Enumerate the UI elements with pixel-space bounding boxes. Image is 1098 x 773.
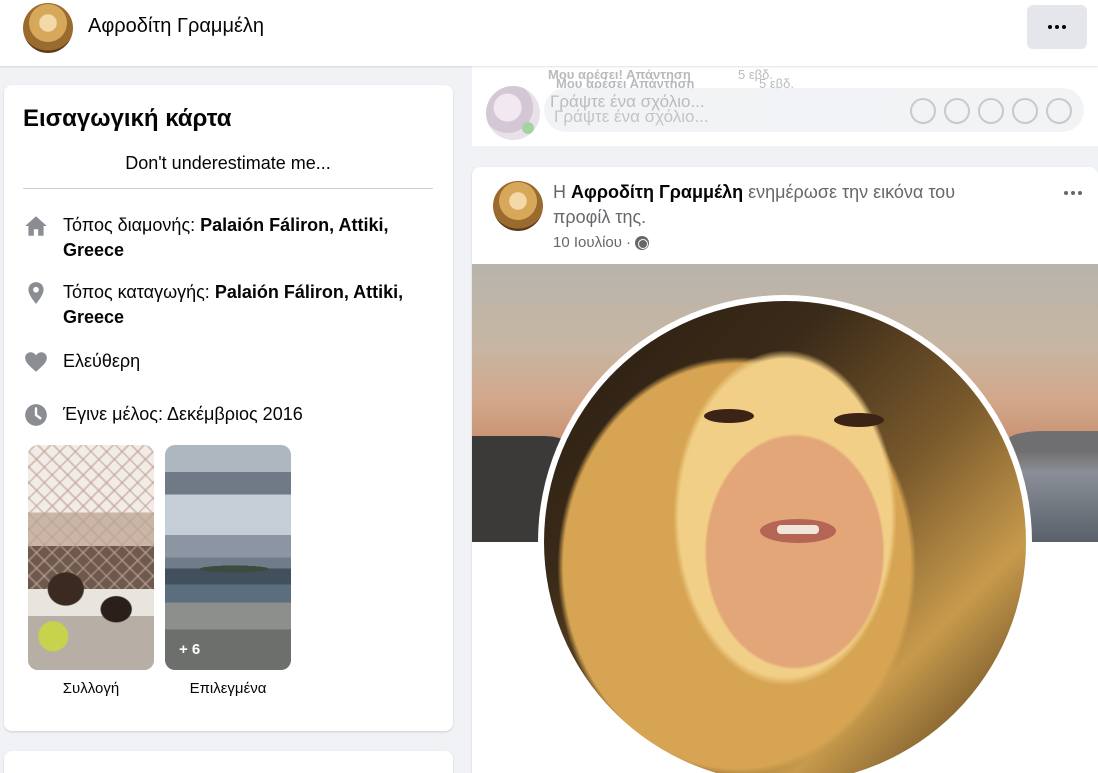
- globe-icon[interactable]: [634, 235, 649, 250]
- post-author-avatar[interactable]: [493, 181, 543, 231]
- more-dots-icon: [1064, 191, 1082, 195]
- profile-name[interactable]: Αφροδίτη Γραμμέλη: [88, 15, 264, 38]
- comment-tools: [910, 98, 1072, 124]
- location-pin-icon: [23, 280, 49, 306]
- photo-detail: [777, 525, 819, 534]
- profile-avatar[interactable]: [23, 3, 73, 53]
- avatar-sticker-icon[interactable]: [1046, 98, 1072, 124]
- intro-title: Εισαγωγική κάρτα: [23, 105, 232, 132]
- intro-card: Εισαγωγική κάρτα Don't underestimate me.…: [4, 85, 453, 731]
- featured-thumbnail[interactable]: + 6: [165, 445, 291, 670]
- photo-detail: [704, 409, 754, 423]
- featured-collection-item[interactable]: + 2 Συλλογή: [28, 445, 154, 697]
- intro-divider: [23, 188, 433, 189]
- post-meta: 10 Ιουλίου ·: [553, 234, 649, 251]
- intro-detail-text: Ελεύθερη: [63, 351, 141, 371]
- commenter-avatar: [486, 86, 540, 140]
- gif-icon[interactable]: [978, 98, 1004, 124]
- post-prefix: Η: [553, 182, 571, 202]
- post-author-link[interactable]: Αφροδίτη Γραμμέλη: [571, 182, 743, 202]
- intro-detail-label: Τόπος διαμονής:: [63, 215, 201, 235]
- comment-placeholder: Γράψτε ένα σχόλιο...: [554, 107, 709, 126]
- intro-detail-relationship: Ελεύθερη: [23, 349, 433, 375]
- clock-icon: [23, 402, 49, 428]
- profile-top-bar: Αφροδίτη Γραμμέλη: [0, 0, 1098, 66]
- intro-detail-label: Τόπος καταγωγής:: [63, 282, 215, 302]
- heart-icon: [23, 349, 49, 375]
- home-icon: [23, 213, 49, 239]
- comment-composer-area: Μου αρέσει! Απάντηση 5 εβδ. Μου αρέσει Α…: [472, 66, 1098, 146]
- post-date[interactable]: 10 Ιουλίου: [553, 234, 622, 251]
- emoji-icon[interactable]: [910, 98, 936, 124]
- profile-photo[interactable]: [544, 301, 1026, 773]
- featured-thumbnail[interactable]: + 2: [28, 445, 154, 670]
- meta-separator: ·: [625, 234, 631, 251]
- featured-collections: + 2 Συλλογή + 6 Επιλεγμένα: [28, 445, 291, 697]
- intro-detail-text: Έγινε μέλος: Δεκέμβριος 2016: [63, 404, 303, 424]
- featured-count: + 2: [42, 641, 64, 658]
- post-options-button[interactable]: [1064, 191, 1082, 195]
- more-dots-icon: [1048, 25, 1066, 29]
- comment-input[interactable]: Γράψτε ένα σχόλιο... Γράψτε ένα σχόλιο..…: [544, 88, 1084, 132]
- camera-icon[interactable]: [944, 98, 970, 124]
- featured-collection-item[interactable]: + 6 Επιλεγμένα: [165, 445, 291, 697]
- next-card-edge: [4, 751, 453, 773]
- post-header-text: Η Αφροδίτη Γραμμέλη ενημέρωσε την εικόνα…: [553, 180, 1013, 230]
- featured-count: + 6: [179, 641, 201, 658]
- sticker-icon[interactable]: [1012, 98, 1038, 124]
- profile-picture-post: Η Αφροδίτη Γραμμέλη ενημέρωσε την εικόνα…: [472, 167, 1098, 773]
- intro-detail-residence: Τόπος διαμονής: Palaión Fáliron, Attiki,…: [23, 213, 433, 263]
- more-options-button[interactable]: [1027, 5, 1087, 49]
- featured-caption[interactable]: Επιλεγμένα: [165, 680, 291, 697]
- intro-detail-hometown: Τόπος καταγωγής: Palaión Fáliron, Attiki…: [23, 280, 433, 330]
- intro-detail-joined: Έγινε μέλος: Δεκέμβριος 2016: [23, 402, 433, 428]
- intro-bio: Don't underestimate me...: [125, 153, 331, 173]
- featured-caption[interactable]: Συλλογή: [28, 680, 154, 697]
- photo-detail: [834, 413, 884, 427]
